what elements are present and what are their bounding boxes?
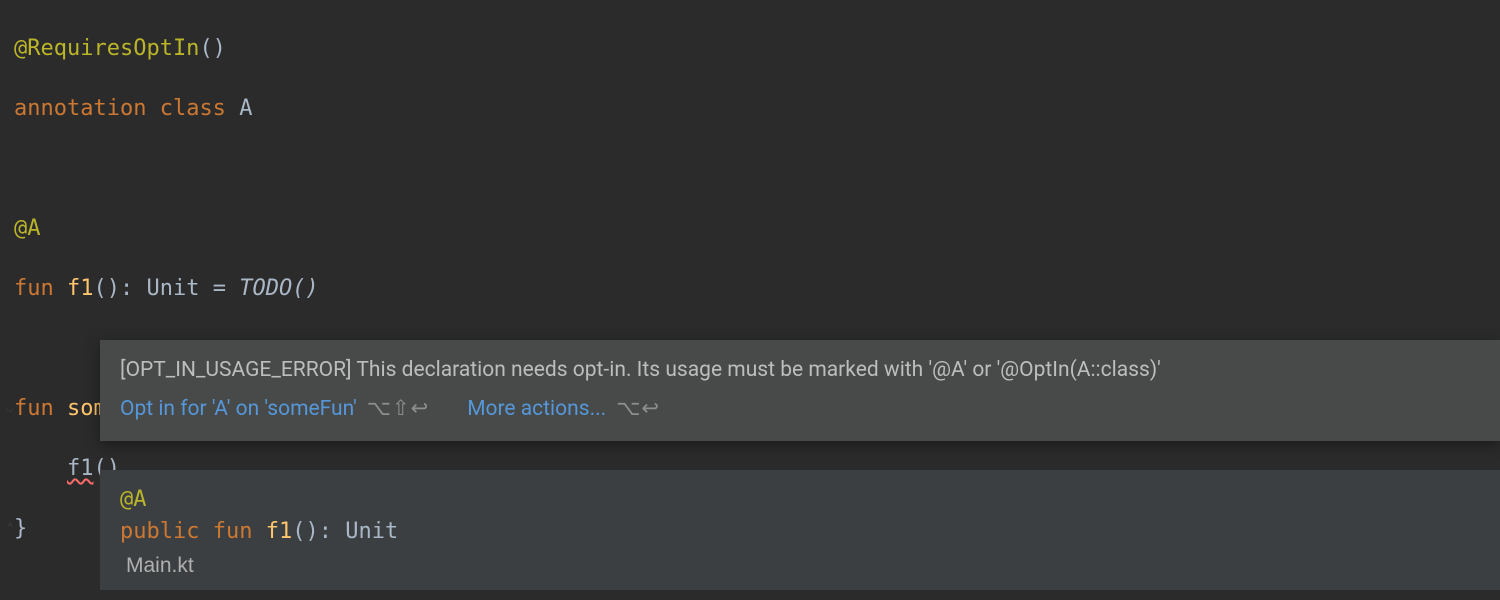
code-line[interactable]: @A bbox=[0, 214, 1500, 244]
funcname-token: f1 bbox=[266, 519, 293, 544]
classname-token: A bbox=[239, 96, 252, 121]
doc-signature: @A public fun f1(): Unit bbox=[120, 484, 1480, 548]
shortcut-hint: ⌥⇧↩ bbox=[367, 396, 429, 421]
keyword-token: fun bbox=[213, 519, 253, 544]
signature-token: (): Unit bbox=[292, 519, 398, 544]
call-token: TODO bbox=[239, 276, 292, 301]
paren-token: () bbox=[199, 36, 226, 61]
keyword-token: class bbox=[160, 96, 226, 121]
inspection-actions-row: Opt in for 'A' on 'someFun' ⌥⇧↩ More act… bbox=[100, 390, 1500, 441]
annotation-token: @A bbox=[14, 216, 41, 241]
keyword-token: fun bbox=[14, 396, 54, 421]
annotation-token: @RequiresOptIn bbox=[14, 36, 199, 61]
doc-source-file: Main.kt bbox=[126, 550, 1480, 582]
keyword-token: annotation bbox=[14, 96, 146, 121]
funcname-token: f1 bbox=[67, 276, 94, 301]
quickfix-optin-link[interactable]: Opt in for 'A' on 'someFun' bbox=[120, 397, 357, 421]
paren-token: () bbox=[292, 276, 319, 301]
signature-token: (): Unit = bbox=[94, 276, 240, 301]
gutter-fold-close-icon[interactable]: ⌃ bbox=[0, 514, 14, 544]
indent bbox=[14, 456, 67, 481]
keyword-token: fun bbox=[14, 276, 54, 301]
code-line[interactable]: annotation class A bbox=[0, 94, 1500, 124]
more-actions-link[interactable]: More actions... bbox=[467, 397, 606, 421]
code-line[interactable] bbox=[0, 154, 1500, 184]
code-line[interactable]: @RequiresOptIn() bbox=[0, 34, 1500, 64]
keyword-token: public bbox=[120, 519, 199, 544]
gutter-fold-icon[interactable]: ⌵ bbox=[0, 394, 14, 424]
inspection-message: [OPT_IN_USAGE_ERROR] This declaration ne… bbox=[100, 340, 1500, 390]
code-line[interactable]: fun f1(): Unit = TODO() bbox=[0, 274, 1500, 304]
brace-token: } bbox=[14, 516, 27, 541]
shortcut-hint: ⌥↩ bbox=[616, 396, 660, 421]
quick-doc-popup: @A public fun f1(): Unit Main.kt bbox=[100, 470, 1500, 590]
inspection-popup: [OPT_IN_USAGE_ERROR] This declaration ne… bbox=[100, 340, 1500, 441]
error-call-token[interactable]: f1 bbox=[67, 456, 94, 481]
annotation-token: @A bbox=[120, 487, 147, 512]
